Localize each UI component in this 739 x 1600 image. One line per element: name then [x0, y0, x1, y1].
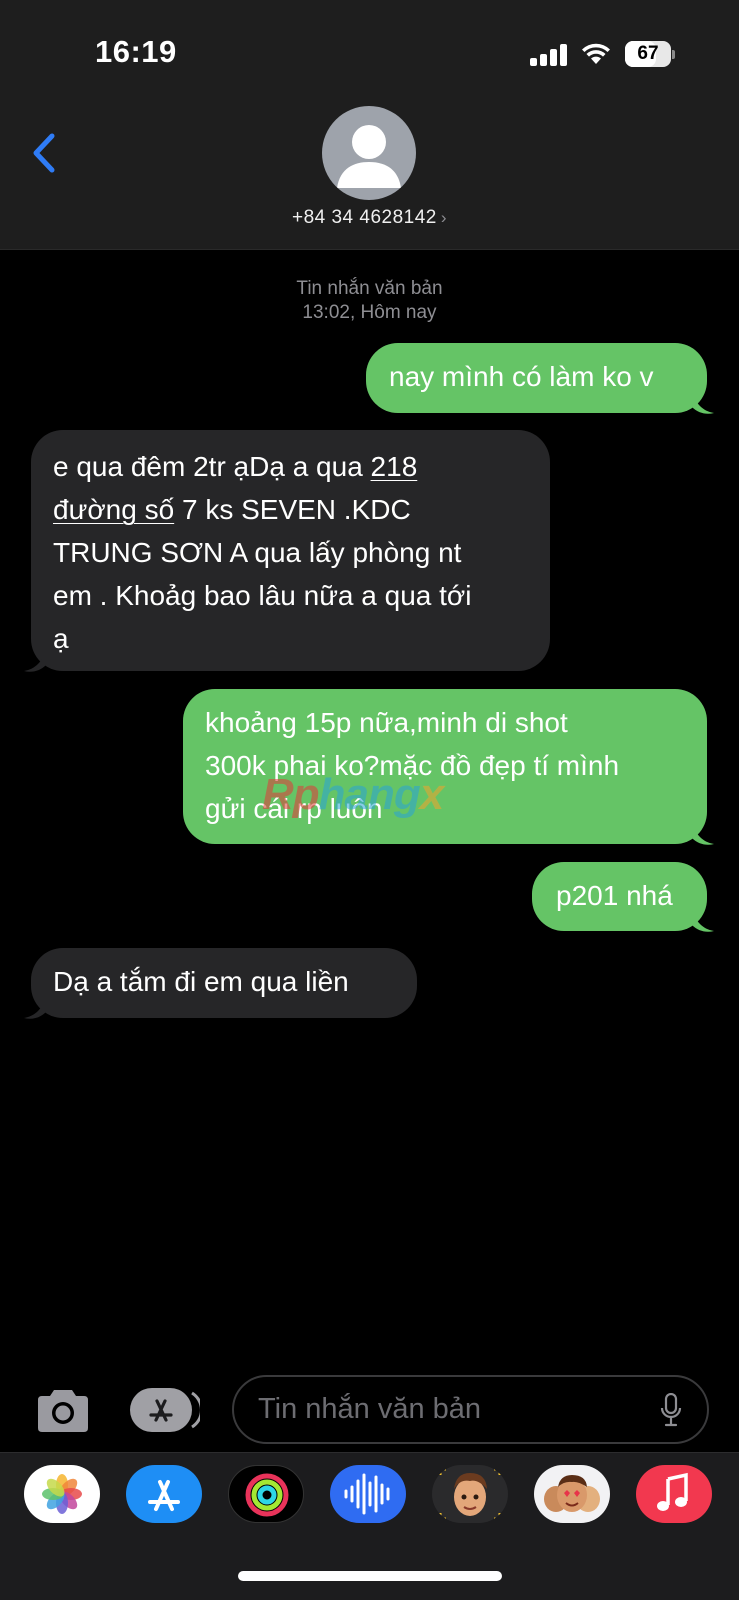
wifi-icon: [582, 43, 610, 64]
microphone-icon[interactable]: [660, 1393, 682, 1427]
chevron-right-icon: ›: [440, 208, 448, 227]
status-time: 16:19: [95, 34, 177, 69]
chevron-left-icon[interactable]: [26, 130, 62, 176]
message-type-label: Tin nhắn văn bản: [296, 278, 443, 299]
app-store-icon[interactable]: [130, 1387, 200, 1433]
photos-app-icon[interactable]: [24, 1465, 100, 1523]
audio-message-app-icon[interactable]: [330, 1465, 406, 1523]
bubble-tail: [692, 824, 714, 845]
sent-message-bubble[interactable]: nay mình có làm ko v: [366, 343, 707, 413]
conversation-header: 16:19 67 +84 34 4628142 ›: [0, 0, 739, 250]
contact-number[interactable]: +84 34 4628142 ›: [0, 207, 739, 229]
camera-icon[interactable]: [34, 1388, 92, 1434]
bubble-tail: [24, 998, 46, 1019]
message-input[interactable]: Tin nhắn văn bản: [232, 1375, 709, 1444]
battery-icon: 67: [625, 41, 675, 67]
sent-message-bubble[interactable]: khoảng 15p nữa,minh di shot 300k phai ko…: [183, 689, 707, 844]
app-store-app-icon[interactable]: [126, 1465, 202, 1523]
address-link[interactable]: 218: [371, 451, 418, 482]
message-timestamp: 13:02, Hôm nay: [302, 302, 437, 323]
music-app-icon[interactable]: [636, 1465, 712, 1523]
contact-avatar[interactable]: [322, 106, 416, 200]
home-indicator[interactable]: [238, 1571, 502, 1581]
bubble-tail: [692, 911, 714, 932]
fitness-activity-app-icon[interactable]: [228, 1465, 304, 1523]
memoji-app-icon[interactable]: [432, 1465, 508, 1523]
address-link[interactable]: đường số: [53, 494, 174, 525]
memoji-stickers-app-icon[interactable]: [534, 1465, 610, 1523]
bubble-tail: [692, 393, 714, 414]
message-input-placeholder: Tin nhắn văn bản: [258, 1393, 482, 1425]
sent-message-bubble[interactable]: p201 nhá: [532, 862, 707, 931]
person-silhouette-icon: [337, 125, 401, 188]
received-message-bubble[interactable]: e qua đêm 2tr ạDạ a qua 218 đường số 7 k…: [31, 430, 550, 671]
bubble-tail: [24, 651, 46, 672]
battery-percentage: 67: [637, 43, 659, 64]
cellular-signal-icon: [530, 44, 568, 66]
received-message-bubble[interactable]: Dạ a tắm đi em qua liền: [31, 948, 417, 1018]
